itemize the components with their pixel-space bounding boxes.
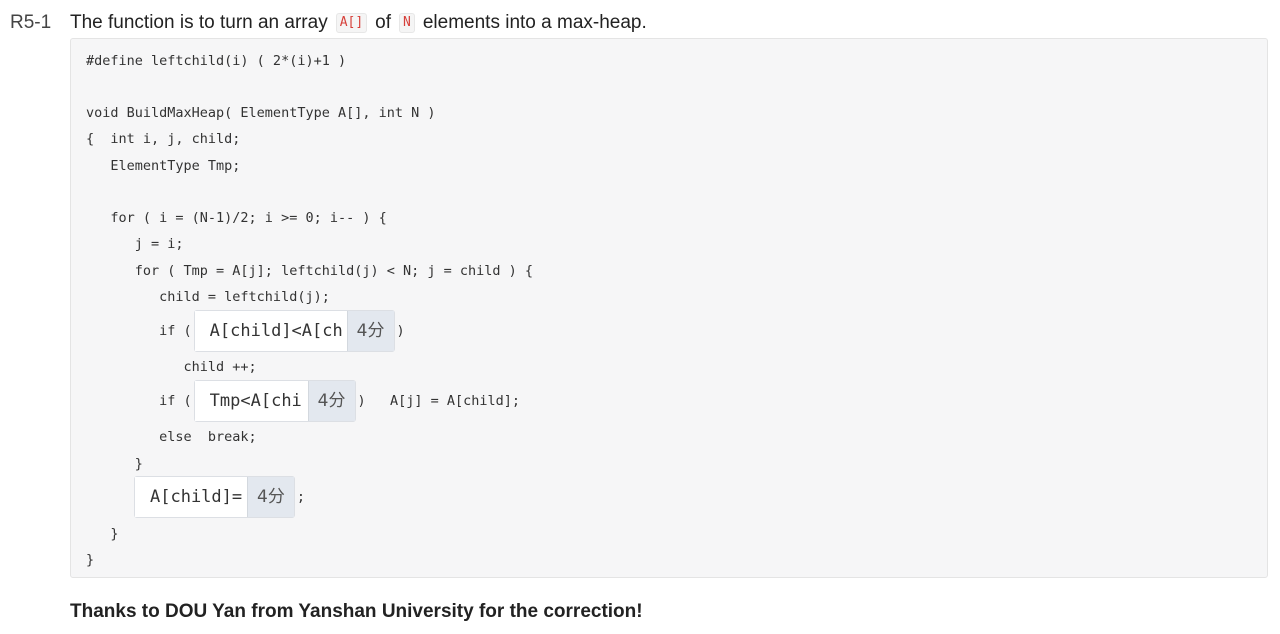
code-line-tmp: ElementType Tmp; <box>86 158 241 174</box>
code-line-signature: void BuildMaxHeap( ElementType A[], int … <box>86 105 436 121</box>
blank-2-input[interactable] <box>194 381 308 421</box>
question-prompt: The function is to turn an array A[] of … <box>70 12 647 34</box>
code-line-final-assign: 4分 ; <box>132 476 305 518</box>
code-line-close-outer: } <box>86 526 119 542</box>
prompt-text-1: The function is to turn an array <box>70 12 328 33</box>
code-line-decl: { int i, j, child; <box>86 131 241 147</box>
correction-credit: Thanks to DOU Yan from Yanshan Universit… <box>70 601 643 622</box>
blank-1-input[interactable] <box>194 311 347 351</box>
code-line-close-func: } <box>86 552 95 568</box>
code-line-j-assign: j = i; <box>86 236 184 252</box>
prompt-text-2: of <box>375 12 392 33</box>
code-line-define: #define leftchild(i) ( 2*(i)+1 ) <box>86 53 347 69</box>
code-line-outer-for: for ( i = (N-1)/2; i >= 0; i-- ) { <box>86 210 387 226</box>
blank-1-score: 4分 <box>346 311 394 351</box>
code-line-if-1: if ( 4分 ) <box>86 310 405 352</box>
code-line-else: else break; <box>86 429 257 445</box>
blank-3-input[interactable] <box>135 477 247 517</box>
inline-code-n: N <box>399 13 415 33</box>
blank-2-score: 4分 <box>307 381 355 421</box>
blank-1: 4分 <box>193 310 395 352</box>
prompt-text-3: elements into a max-heap. <box>422 12 647 33</box>
blank-3: 4分 <box>134 476 295 518</box>
blank-3-score: 4分 <box>247 477 294 517</box>
inline-code-array: A[] <box>335 13 368 33</box>
blank-2: 4分 <box>193 380 356 422</box>
question-number: R5-1 <box>10 12 52 33</box>
code-line-child-inc: child ++; <box>86 359 257 375</box>
code-line-close-inner: } <box>86 456 143 472</box>
code-block: #define leftchild(i) ( 2*(i)+1 ) void Bu… <box>70 38 1268 578</box>
code-line-child-assign: child = leftchild(j); <box>86 289 330 305</box>
code-line-inner-for: for ( Tmp = A[j]; leftchild(j) < N; j = … <box>86 263 534 279</box>
code-line-if-2: if ( 4分 ) A[j] = A[child]; <box>86 380 520 422</box>
